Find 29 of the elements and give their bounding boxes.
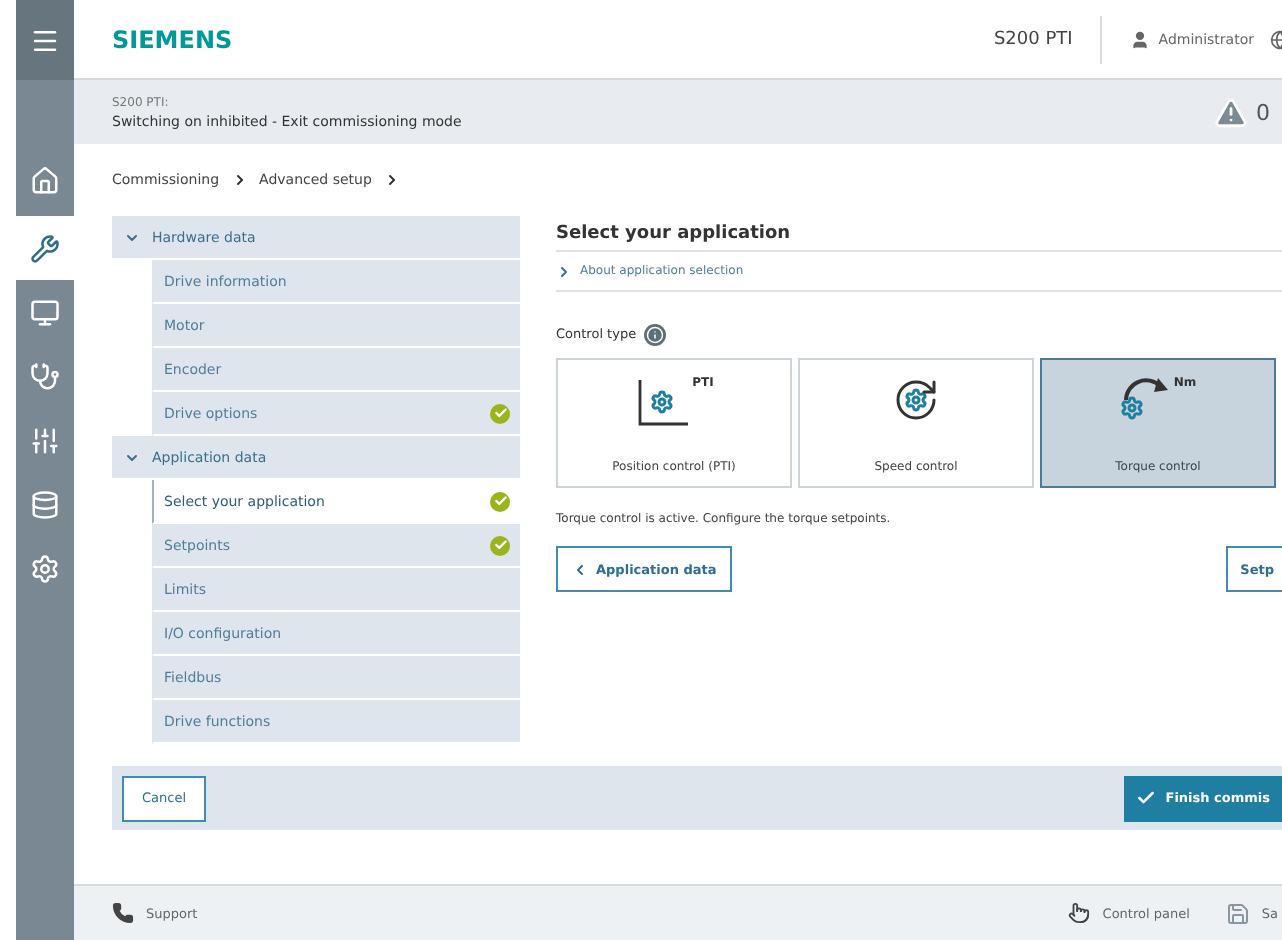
user-icon	[1130, 29, 1151, 49]
stethoscope-icon	[30, 361, 60, 391]
menu-icon	[30, 25, 60, 55]
chevron-icon	[383, 172, 400, 188]
chevron-icon	[556, 263, 572, 279]
chevron-icon	[231, 172, 248, 188]
axes-gear-icon	[634, 376, 691, 428]
warning-icon[interactable]	[1214, 95, 1248, 129]
warning-count: 0	[1256, 99, 1270, 125]
database-icon	[30, 489, 60, 519]
sliders-icon	[30, 425, 60, 455]
info-icon[interactable]	[644, 323, 667, 345]
page-title: Select your application	[556, 216, 1282, 252]
pointing-hand-icon	[1068, 902, 1091, 924]
save-icon	[1225, 901, 1250, 925]
monitor-icon	[30, 297, 60, 327]
check-icon	[1135, 788, 1156, 808]
phone-icon	[112, 902, 134, 924]
settings-icon	[30, 553, 60, 583]
chevron-left-icon	[572, 561, 588, 577]
nav-button[interactable]	[16, 0, 74, 80]
torque-gear-icon	[1119, 376, 1172, 420]
chevron-down-icon	[124, 449, 140, 465]
home-icon	[30, 165, 60, 195]
wrench-icon	[30, 233, 60, 263]
chevron-down-icon	[124, 229, 140, 245]
device-name: S200 PTI	[993, 15, 1103, 63]
rotate-gear-icon	[892, 376, 940, 424]
brand-logo: SIEMENS	[112, 25, 233, 53]
